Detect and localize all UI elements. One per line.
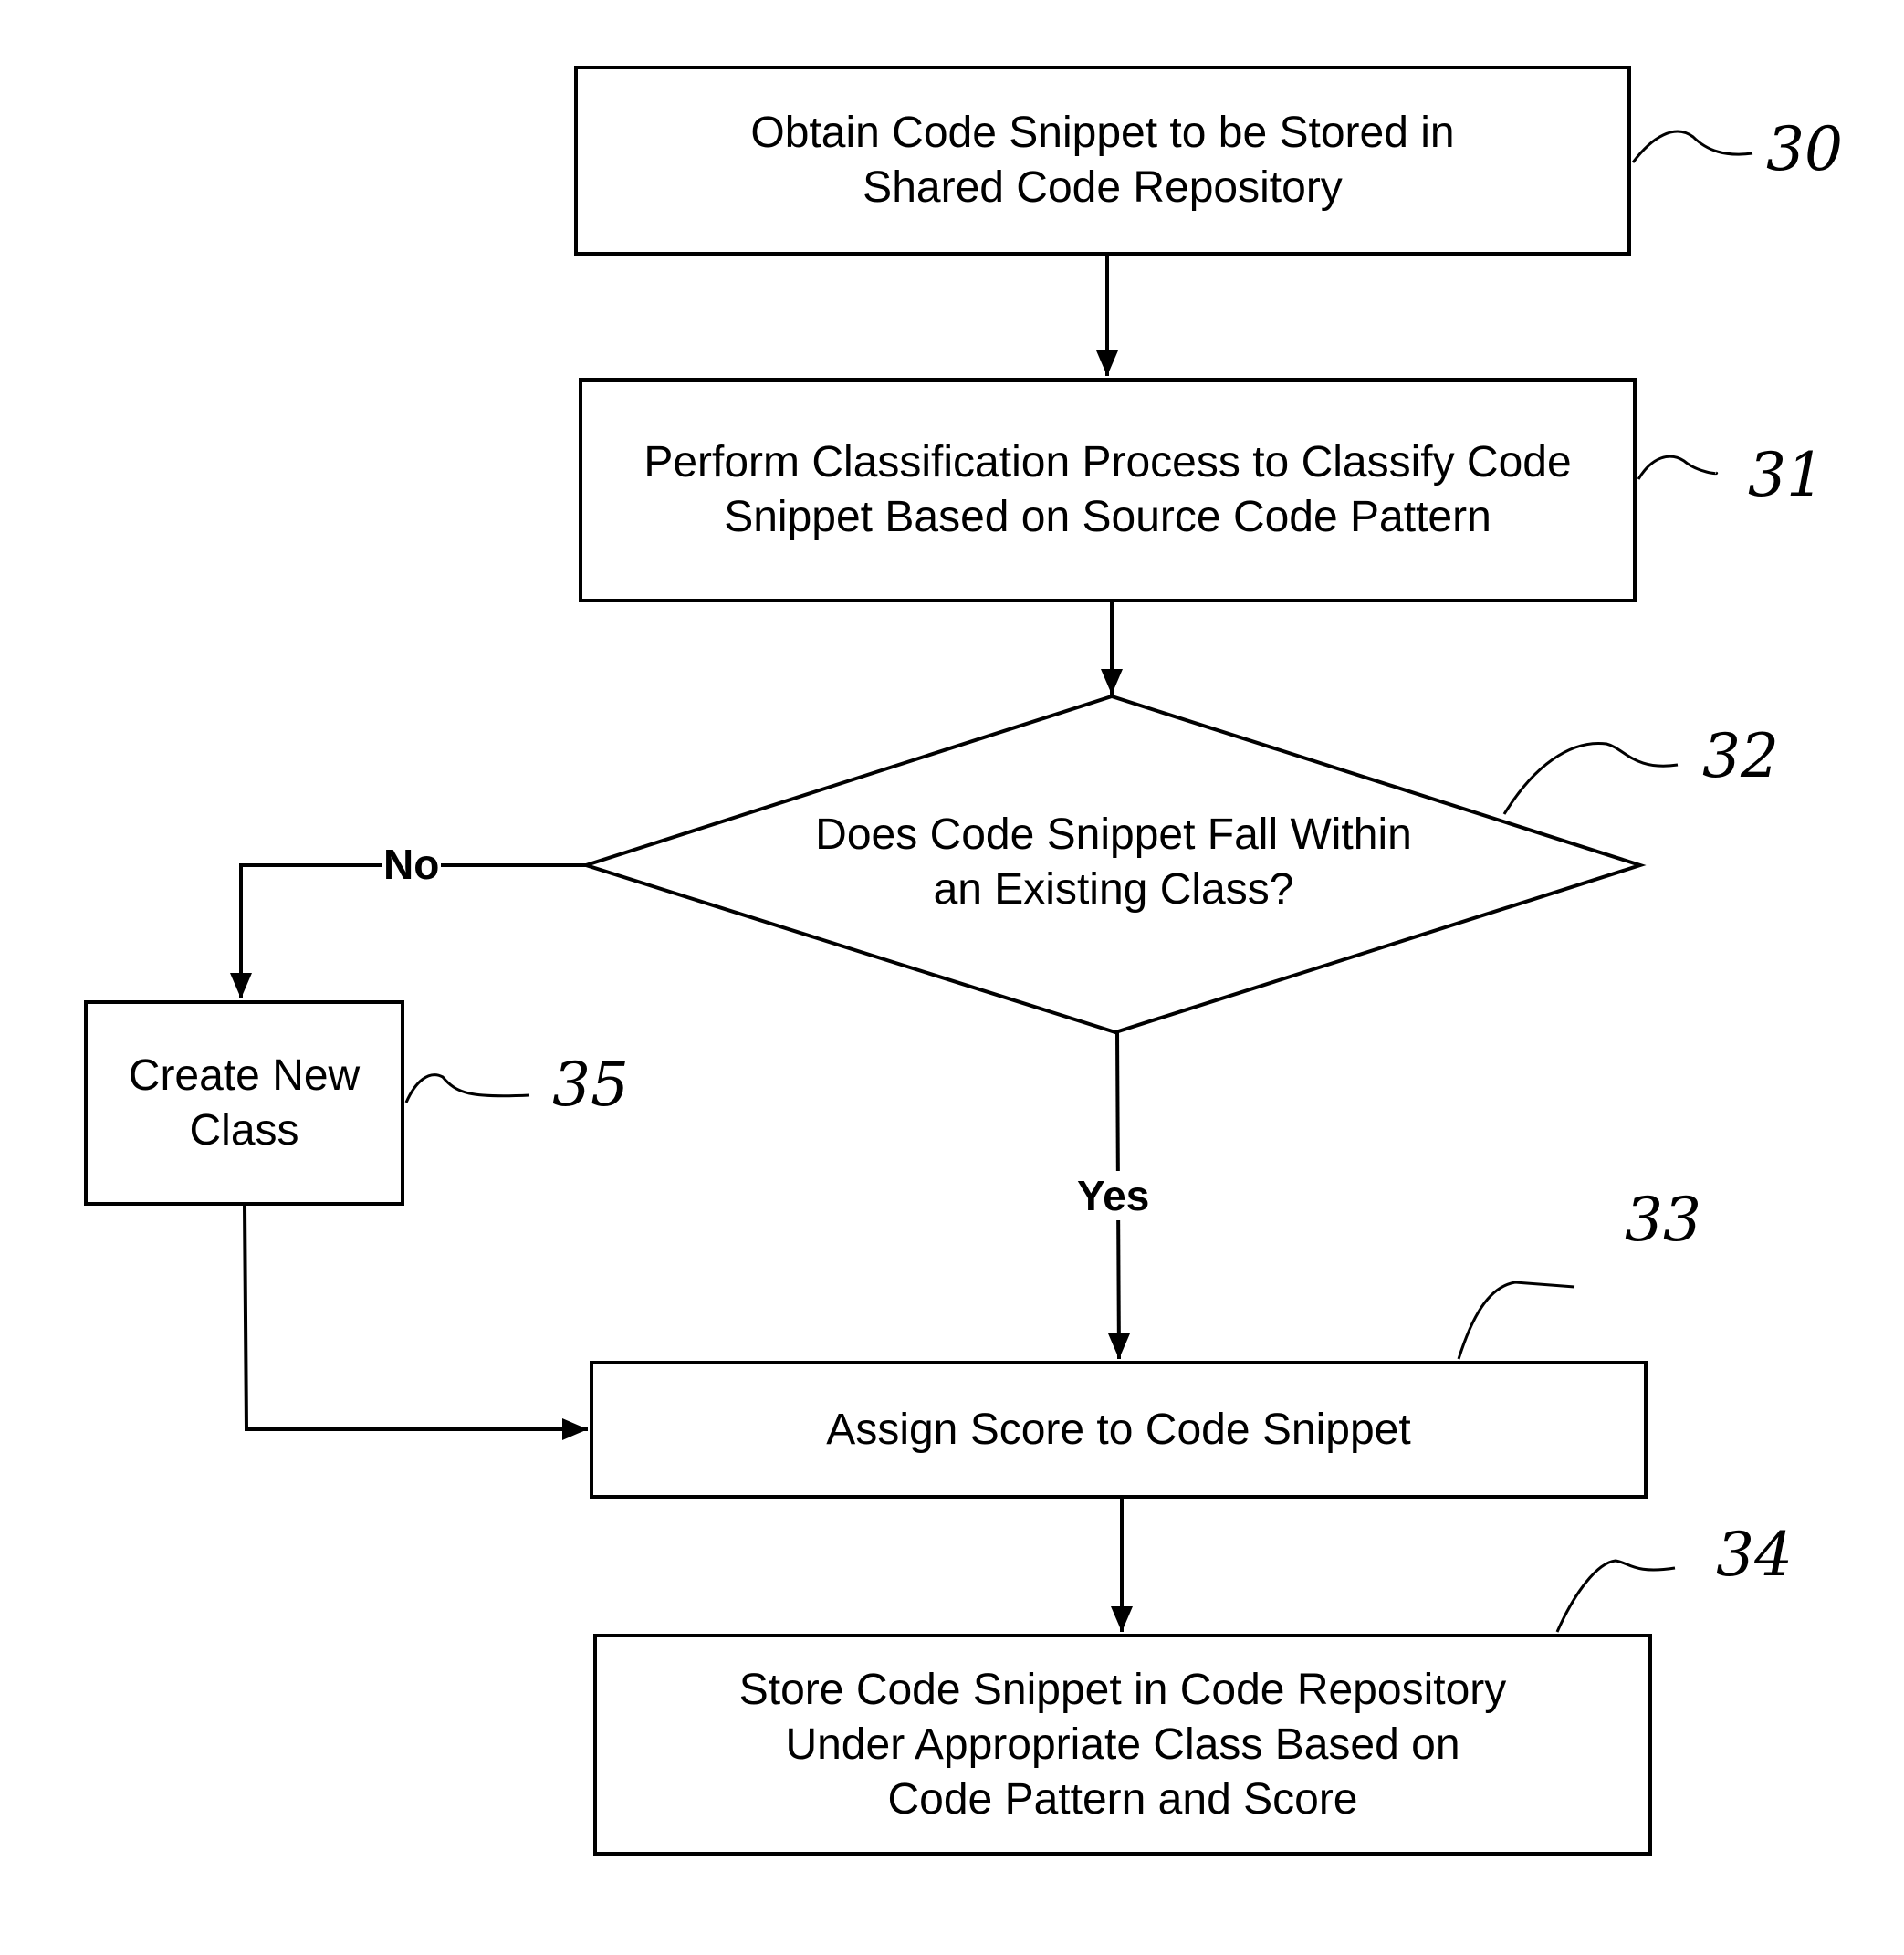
arrowhead-icon (230, 973, 252, 998)
step-35-text: Create New Class (128, 1051, 361, 1155)
step-34-text: Store Code Snippet in Code Repository Un… (738, 1665, 1507, 1824)
step-33-text: Assign Score to Code Snippet (826, 1405, 1411, 1454)
ref-number-30: 30 (1766, 114, 1843, 184)
step-30-text: Obtain Code Snippet to be Stored in Shar… (750, 109, 1455, 212)
step-obtain-snippet: Obtain Code Snippet to be Stored in Shar… (574, 66, 1631, 256)
step-create-class: Create New Class (84, 1000, 404, 1206)
ref-number-33: 33 (1625, 1185, 1701, 1255)
arrow-35-to-33 (243, 1205, 588, 1431)
step-31-text: Perform Classification Process to Classi… (643, 438, 1572, 541)
ref-number-31: 31 (1748, 440, 1825, 510)
ref-leader-30 (1631, 130, 1753, 163)
arrowhead-icon (1101, 669, 1123, 695)
ref-number-32: 32 (1702, 721, 1779, 791)
step-store-snippet: Store Code Snippet in Code Repository Un… (593, 1634, 1652, 1856)
arrowhead-icon (562, 1418, 588, 1440)
ref-leader-33 (1457, 1281, 1575, 1360)
edge-label-no: No (382, 840, 442, 889)
ref-number-35: 35 (552, 1050, 629, 1120)
arrowhead-icon (1111, 1606, 1133, 1632)
step-classify-snippet: Perform Classification Process to Classi… (579, 378, 1637, 602)
ref-number-34: 34 (1716, 1520, 1793, 1590)
edge-label-yes: Yes (1075, 1171, 1152, 1220)
step-assign-score: Assign Score to Code Snippet (590, 1361, 1648, 1499)
decision-text: Does Code Snippet Fall Within an Existin… (815, 810, 1412, 914)
ref-leader-35 (404, 1073, 530, 1103)
ref-leader-32 (1502, 741, 1679, 815)
ref-leader-31 (1637, 455, 1719, 480)
arrowhead-icon (1096, 350, 1118, 376)
ref-leader-34 (1555, 1559, 1676, 1633)
arrowhead-icon (1108, 1333, 1130, 1359)
